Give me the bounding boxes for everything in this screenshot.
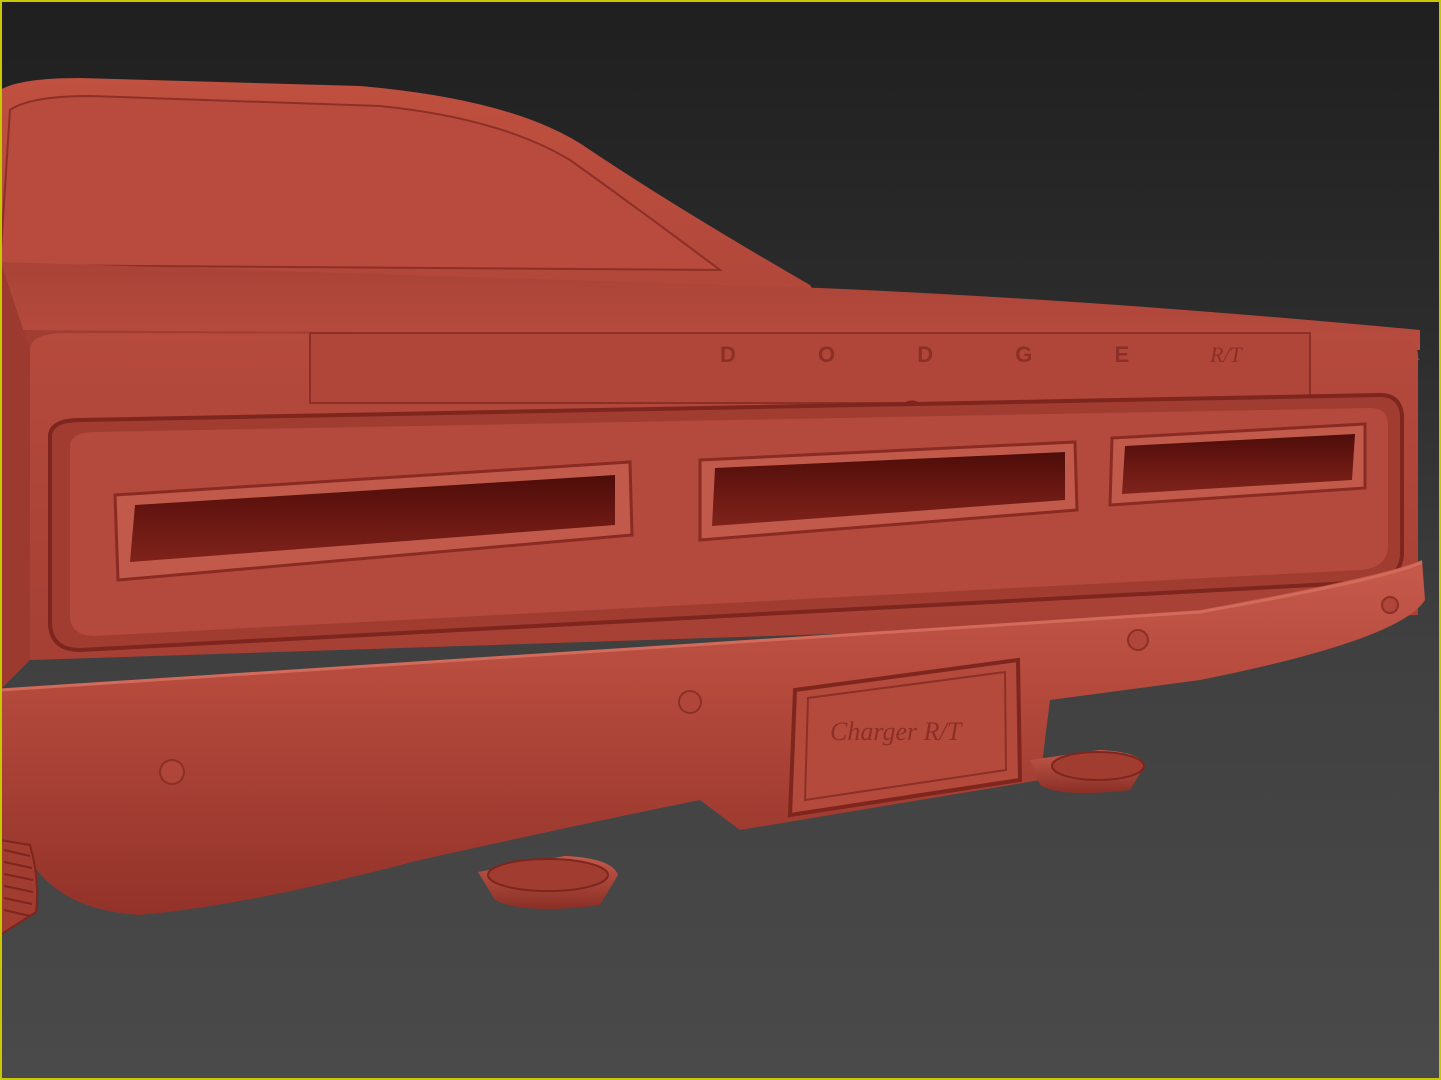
3d-viewport[interactable]: D O D G E R/T Charger R/T xyxy=(0,0,1441,1080)
car-model-render[interactable]: D O D G E R/T Charger R/T xyxy=(0,0,1441,1080)
rt-badge: R/T xyxy=(1209,342,1244,367)
exhaust-left xyxy=(478,856,618,909)
exhaust-right xyxy=(1030,750,1145,794)
plate-script: Charger R/T xyxy=(830,717,963,746)
rear-tire xyxy=(0,838,39,937)
trunk-lettering: D O D G E xyxy=(720,342,1167,367)
